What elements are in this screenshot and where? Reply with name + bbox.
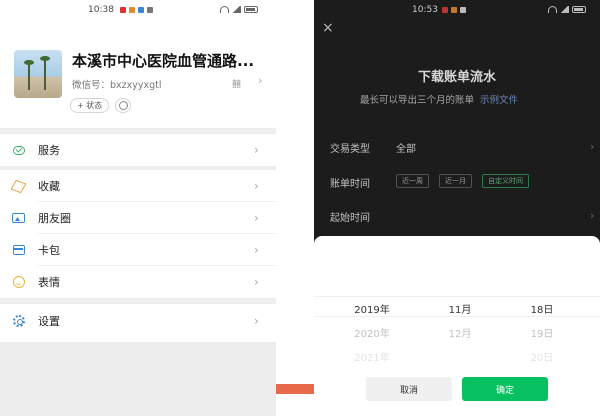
picker-item[interactable]: 19日 [512, 325, 572, 340]
option-last-week[interactable]: 近一周 [396, 174, 429, 188]
confirm-button[interactable]: 确定 [462, 377, 548, 401]
subtitle-text: 最长可以导出三个月的账单 [360, 95, 475, 106]
date-picker-sheet: 2019年 2020年 2021年 11月 12月 18日 19日 20日 取消… [314, 236, 600, 416]
signal-icon [560, 6, 569, 13]
notification-icon [460, 7, 466, 13]
close-icon[interactable]: × [322, 20, 334, 36]
menu-item-label: 卡包 [38, 244, 60, 257]
wifi-icon [548, 6, 557, 13]
menu-item-emoji[interactable]: 表情 › [0, 266, 276, 298]
status-bar: 10:38 [0, 0, 276, 22]
battery-icon [244, 6, 258, 13]
wechat-me-screen: 10:38 本溪市中心医院血管通路... 微信号：bxzxyyxgtl 囍 › … [0, 0, 276, 416]
selection-line [314, 316, 600, 317]
menu-item-label: 朋友圈 [38, 212, 71, 225]
menu-item-service[interactable]: 服务 › [0, 134, 276, 166]
field-label: 账单时间 [330, 179, 370, 190]
option-custom-time[interactable]: 自定义时间 [482, 174, 529, 188]
status-bar: 10:53 [314, 0, 600, 22]
picker-item-selected[interactable]: 2019年 [342, 301, 402, 316]
chevron-right-icon: › [254, 314, 259, 328]
cancel-button[interactable]: 取消 [366, 377, 452, 401]
menu-item-label: 收藏 [38, 180, 60, 193]
wifi-icon [220, 6, 229, 13]
picker-item-selected[interactable]: 11月 [430, 301, 490, 316]
profile-header[interactable]: 本溪市中心医院血管通路... 微信号：bxzxyyxgtl 囍 › + 状态 [14, 50, 276, 120]
menu-item-settings[interactable]: 设置 › [0, 304, 276, 338]
chevron-right-icon: › [254, 275, 259, 289]
add-status-label: + 状态 [77, 101, 103, 110]
chevron-right-icon: › [254, 243, 259, 257]
bill-download-screen: 10:53 × 下载账单流水 最长可以导出三个月的账单 示例文件 交易类型 全部 … [314, 0, 600, 416]
notification-icon [147, 7, 153, 13]
menu-item-label: 设置 [38, 315, 60, 328]
notification-icon [451, 7, 457, 13]
notification-icon [138, 7, 144, 13]
picker-item[interactable]: 2020年 [342, 325, 402, 340]
status-pills: + 状态 [70, 98, 132, 113]
service-icon [12, 144, 25, 157]
notification-icon [442, 7, 448, 13]
menu-item-moments[interactable]: 朋友圈 › [0, 202, 276, 234]
transaction-type-row[interactable]: 交易类型 全部 › [330, 140, 600, 176]
chevron-right-icon: › [258, 74, 263, 87]
signal-icon [232, 6, 241, 13]
chevron-right-icon: › [254, 211, 259, 225]
separator-strip [276, 0, 314, 416]
settings-icon [12, 315, 25, 328]
system-icons [220, 6, 258, 13]
menu-item-label: 服务 [38, 144, 60, 157]
chevron-right-icon: › [254, 143, 259, 157]
sample-file-link[interactable]: 示例文件 [480, 95, 518, 106]
wallet-icon [12, 244, 25, 257]
field-label: 起始时间 [330, 213, 370, 224]
page-subtitle: 最长可以导出三个月的账单 示例文件 [360, 92, 518, 106]
bill-time-row: 账单时间 近一周 近一月 自定义时间 [330, 174, 600, 211]
add-status-button[interactable]: + 状态 [70, 98, 110, 113]
favorites-icon [10, 179, 27, 193]
status-time: 10:38 [88, 5, 114, 15]
chevron-right-icon: › [590, 209, 595, 222]
system-icons [548, 6, 586, 13]
chevron-right-icon: › [590, 140, 595, 153]
circle-status-button[interactable] [115, 98, 132, 113]
notification-icons [442, 7, 466, 13]
battery-icon [572, 6, 586, 13]
picker-item[interactable]: 12月 [430, 325, 490, 340]
chevron-right-icon: › [254, 179, 259, 193]
selection-line [314, 296, 600, 297]
qr-code-icon[interactable]: 囍 [232, 77, 241, 90]
picker-item[interactable]: 2021年 [342, 349, 402, 364]
menu-item-favorites[interactable]: 收藏 › [0, 170, 276, 202]
emoji-icon [12, 276, 25, 289]
avatar[interactable] [14, 50, 62, 98]
empty-area [0, 342, 276, 416]
field-value: 全部 [396, 144, 416, 155]
picker-item-selected[interactable]: 18日 [512, 301, 572, 316]
page-title: 下载账单流水 [417, 70, 496, 85]
wechat-id: 微信号：bxzxyyxgtl [72, 80, 162, 91]
field-label: 交易类型 [330, 144, 370, 155]
menu-item-label: 表情 [38, 276, 60, 289]
menu-item-wallet[interactable]: 卡包 › [0, 234, 276, 266]
notification-icon [129, 7, 135, 13]
time-options: 近一周 近一月 自定义时间 [396, 174, 529, 188]
moments-icon [12, 212, 25, 225]
notification-icons [120, 7, 153, 13]
profile-name: 本溪市中心医院血管通路... [72, 52, 255, 70]
option-last-month[interactable]: 近一月 [439, 174, 472, 188]
picker-item[interactable]: 20日 [512, 349, 572, 364]
decorative-bar [276, 384, 314, 394]
status-time: 10:53 [412, 5, 438, 15]
notification-icon [120, 7, 126, 13]
